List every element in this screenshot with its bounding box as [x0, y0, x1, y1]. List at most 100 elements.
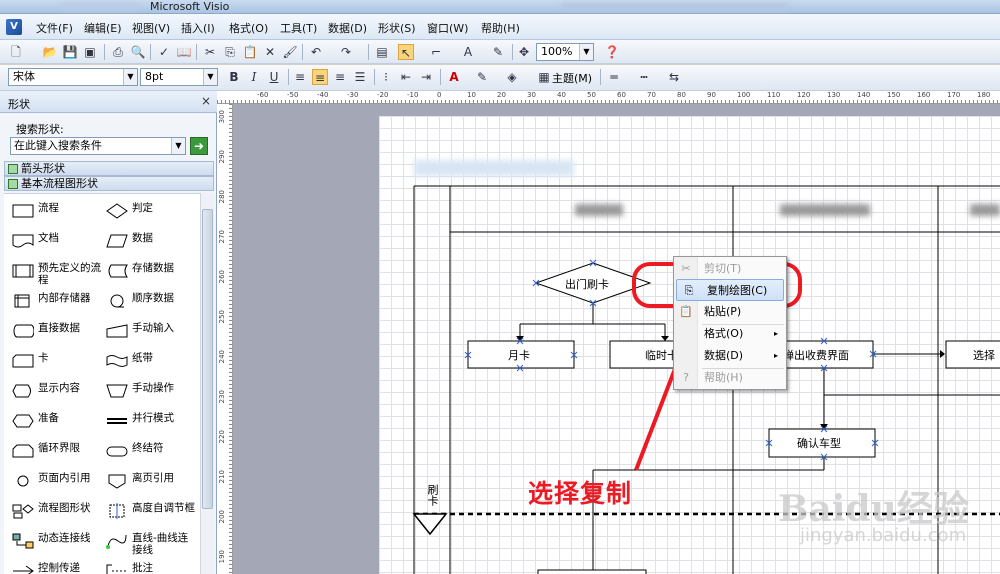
increase-indent-icon[interactable]: ⇥: [418, 69, 434, 85]
stencil-shape[interactable]: 判定: [102, 198, 198, 224]
stencil-shape[interactable]: 直线-曲线连接线: [102, 528, 198, 556]
menu-data[interactable]: 数据(D): [328, 20, 367, 36]
menu-format[interactable]: 格式(O): [229, 20, 268, 36]
stencil-shape[interactable]: 离页引用: [102, 468, 198, 494]
justify-icon[interactable]: ☰: [352, 69, 368, 85]
close-icon[interactable]: ×: [201, 94, 211, 108]
spelling-icon[interactable]: ✓: [156, 44, 172, 60]
format-painter-icon[interactable]: 🖌: [282, 44, 298, 60]
save-icon[interactable]: 💾: [62, 44, 78, 60]
stencil-shape[interactable]: 卡: [8, 348, 104, 374]
stencil-shape[interactable]: 高度自调节框: [102, 498, 198, 524]
align-left-icon[interactable]: ≡: [292, 69, 308, 85]
stencil-shape[interactable]: 批注: [102, 558, 198, 574]
stencil-shape[interactable]: 动态连接线: [8, 528, 104, 554]
bold-button[interactable]: B: [226, 69, 242, 85]
stencil-shape[interactable]: 纸带: [102, 348, 198, 374]
scrollbar-thumb[interactable]: [202, 209, 213, 509]
stencil-arrows[interactable]: 箭头形状: [4, 161, 214, 176]
menu-help[interactable]: 帮助(H): [481, 20, 520, 36]
font-color-icon[interactable]: A: [446, 69, 462, 85]
menu-edit[interactable]: 编辑(E): [84, 20, 122, 36]
context-menu-paste[interactable]: 📋 粘贴(P): [674, 301, 786, 323]
stencil-shape[interactable]: 并行模式: [102, 408, 198, 434]
stencil-shape[interactable]: 内部存储器: [8, 288, 104, 314]
stencil-shape[interactable]: 存储数据: [102, 258, 198, 284]
stencil-shape[interactable]: 文档: [8, 228, 104, 254]
ruler-tick-label: 50: [587, 91, 596, 99]
search-go-button[interactable]: ➜: [190, 137, 208, 155]
font-size-select[interactable]: 8pt ▼: [140, 68, 218, 86]
context-menu-data[interactable]: 数据(D) ▸: [674, 345, 786, 367]
decrease-indent-icon[interactable]: ⇤: [398, 69, 414, 85]
context-menu-copy-drawing[interactable]: ⎘ 复制绘图(C): [676, 279, 784, 301]
zoom-select[interactable]: 100% ▼: [536, 43, 594, 61]
research-icon[interactable]: 📖: [176, 44, 192, 60]
stencil-shape[interactable]: 预先定义的流程: [8, 258, 104, 286]
line-ends-icon[interactable]: ⇆: [666, 69, 682, 85]
text-tool-icon[interactable]: A: [460, 44, 476, 60]
drawing-tools-icon[interactable]: ✎: [490, 44, 506, 60]
undo-icon[interactable]: ↶: [308, 44, 324, 60]
line-weight-icon[interactable]: ═: [606, 69, 622, 85]
menu-insert[interactable]: 插入(I): [181, 20, 215, 36]
pointer-tool-icon[interactable]: ↖: [398, 44, 414, 60]
stencil-shape[interactable]: 控制传递: [8, 558, 104, 574]
stencil-shape[interactable]: 准备: [8, 408, 104, 434]
stencil-shape[interactable]: 终结符: [102, 438, 198, 464]
bullets-icon[interactable]: ⁝: [378, 69, 394, 85]
stencil-shape[interactable]: 流程图形状: [8, 498, 104, 524]
paste-icon[interactable]: 📋: [242, 44, 258, 60]
context-menu-format[interactable]: 格式(O) ▸: [674, 323, 786, 345]
stencil-shape[interactable]: 页面内引用: [8, 468, 104, 494]
menu-file[interactable]: 文件(F): [36, 20, 73, 36]
pan-zoom-icon[interactable]: ✥: [516, 44, 532, 60]
shapes-window-icon[interactable]: ▤: [374, 44, 390, 60]
copy-icon[interactable]: ⎘: [222, 44, 238, 60]
cut-icon[interactable]: ✂: [202, 44, 218, 60]
stencil-shape[interactable]: 顺序数据: [102, 288, 198, 314]
stencil-shape[interactable]: 数据: [102, 228, 198, 254]
italic-button[interactable]: I: [246, 69, 262, 85]
panel-scrollbar[interactable]: [200, 193, 214, 574]
ruler-tick-label: 20: [497, 91, 506, 99]
context-menu-help[interactable]: ? 帮助(H): [674, 367, 786, 389]
stencil-shape[interactable]: 循环界限: [8, 438, 104, 464]
visio-app-icon[interactable]: V: [6, 19, 22, 35]
shape-label: 高度自调节框: [132, 502, 195, 514]
help-icon[interactable]: ❓: [604, 44, 620, 60]
stencil-shape[interactable]: 手动操作: [102, 378, 198, 404]
stencil-shape[interactable]: 直接数据: [8, 318, 104, 344]
theme-icon[interactable]: ▦: [536, 69, 552, 85]
line-color-icon[interactable]: ✎: [474, 69, 490, 85]
underline-button[interactable]: U: [266, 69, 282, 85]
align-right-icon[interactable]: ≡: [332, 69, 348, 85]
theme-button[interactable]: 主题(M): [552, 70, 592, 86]
shape-icon: [106, 473, 128, 489]
print-icon[interactable]: ⎙: [110, 44, 126, 60]
context-menu-cut[interactable]: ✂ 剪切(T): [674, 258, 786, 280]
new-icon[interactable]: 🗋: [8, 44, 24, 60]
menu-shape[interactable]: 形状(S): [378, 20, 416, 36]
stencil-shape[interactable]: 显示内容: [8, 378, 104, 404]
shape-label: 预先定义的流程: [38, 262, 101, 286]
shape-label: 准备: [38, 412, 59, 424]
redo-icon[interactable]: ↷: [338, 44, 354, 60]
print-preview-icon[interactable]: 🔍: [130, 44, 146, 60]
line-pattern-icon[interactable]: ┅: [636, 69, 652, 85]
fill-color-icon[interactable]: ◈: [504, 69, 520, 85]
font-select[interactable]: 宋体 ▼: [8, 68, 138, 86]
permission-icon[interactable]: ▣: [82, 44, 98, 60]
menu-view[interactable]: 视图(V): [132, 20, 170, 36]
align-center-icon[interactable]: ≡: [312, 69, 328, 85]
delete-icon[interactable]: ✕: [262, 44, 278, 60]
search-input[interactable]: 在此键入搜索条件 ▼: [10, 137, 186, 155]
stencil-shape[interactable]: 手动输入: [102, 318, 198, 344]
stencil-basic-flowchart[interactable]: 基本流程图形状: [4, 176, 214, 191]
open-icon[interactable]: 📂: [42, 44, 58, 60]
shape-icon: [106, 413, 128, 429]
menu-tools[interactable]: 工具(T): [280, 20, 317, 36]
connector-tool-icon[interactable]: ⌐: [428, 44, 444, 60]
stencil-shape[interactable]: 流程: [8, 198, 104, 224]
menu-window[interactable]: 窗口(W): [427, 20, 468, 36]
